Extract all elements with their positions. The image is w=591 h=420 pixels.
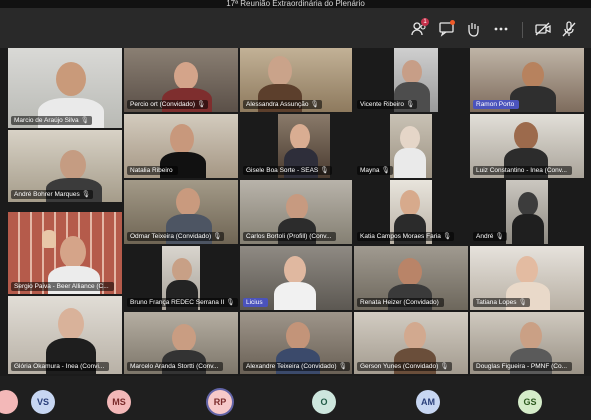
video-tile[interactable]: Gerson Yunes (Convidado) 🎙 — [354, 312, 468, 374]
participant-name: Percio ort (Convidado) 🎙 — [127, 100, 209, 109]
people-count-badge: 1 — [421, 18, 429, 26]
video-tile[interactable]: Mayna 🎙 — [354, 114, 468, 178]
mic-off-icon[interactable] — [560, 20, 578, 38]
participant-name: Marcelo Aranda Stortti (Conv... — [127, 362, 224, 371]
raised-hand — [42, 230, 56, 248]
video-tile[interactable]: Bruno França REDEC Serrana II 🎙 — [124, 246, 238, 310]
participant-name: Katia Campos Moraes Faria 🎙 — [357, 232, 455, 241]
video-tile[interactable]: André 🎙 — [470, 180, 584, 244]
video-tile[interactable]: Natalia Ribeiro — [124, 114, 238, 178]
participant-name: Vicente Ribeiro 🎙 — [357, 100, 418, 109]
participant-name: Marcio de Araújo Silva 🎙 — [11, 116, 92, 125]
participant-avatar[interactable]: AM — [416, 390, 440, 414]
video-tile[interactable]: Sergio Paiva - Beer Alliance (C... — [8, 212, 122, 294]
participant-avatar[interactable]: O — [312, 390, 336, 414]
video-tile[interactable]: Renata Heizer (Convidado) — [354, 246, 468, 310]
chat-icon[interactable] — [438, 20, 456, 38]
participant-avatar[interactable]: MS — [107, 390, 131, 414]
participant-name: Odmar Teixeira (Convidado) 🎙 — [127, 232, 225, 241]
video-tile[interactable]: Alessandra Assunção 🎙 — [240, 48, 352, 112]
participant-name: Alessandra Assunção 🎙 — [243, 100, 322, 109]
participant-name: Ramon Porto — [473, 100, 520, 109]
video-tile[interactable]: Luiz Constantino - Inea (Conv... — [470, 114, 584, 178]
participant-name: André 🎙 — [473, 232, 507, 241]
participant-avatar[interactable]: GS — [518, 390, 542, 414]
more-icon[interactable] — [492, 20, 510, 38]
participant-name: Carlos Bortoli (Profill) (Conv... — [243, 232, 337, 241]
participant-name: Bruno França REDEC Serrana II 🎙 — [127, 298, 238, 307]
video-tile[interactable]: Marcelo Aranda Stortti (Conv... — [124, 312, 238, 374]
video-tile[interactable]: Glória Okamura - Inea (Convi... — [8, 296, 122, 374]
participant-name: Tatiana Lopes 🎙 — [473, 298, 530, 307]
raise-hand-icon[interactable] — [464, 20, 482, 38]
video-tile[interactable]: Katia Campos Moraes Faria 🎙 — [354, 180, 468, 244]
participant-name: Licius — [243, 298, 268, 307]
participant-name: Sergio Paiva - Beer Alliance (C... — [11, 282, 114, 291]
video-grid: Marcio de Araújo Silva 🎙 Percio ort (Conv… — [0, 48, 591, 376]
participant-name: Luiz Constantino - Inea (Conv... — [473, 166, 572, 175]
toolbar-divider — [522, 22, 523, 38]
video-tile[interactable]: Vicente Ribeiro 🎙 — [354, 48, 468, 112]
meeting-toolbar: 1 — [0, 8, 591, 48]
video-tile[interactable]: Tatiana Lopes 🎙 — [470, 246, 584, 310]
video-tile[interactable]: André Bohrer Marques 🎙 — [8, 130, 122, 202]
people-icon[interactable]: 1 — [410, 18, 429, 38]
participant-name: Alexandre Teixeira (Convidado) 🎙 — [243, 362, 350, 371]
chat-notification-dot — [450, 20, 455, 25]
camera-off-icon[interactable] — [534, 20, 552, 38]
video-tile[interactable]: Licius — [240, 246, 352, 310]
participant-name: Natalia Ribeiro — [127, 166, 178, 175]
participant-avatar[interactable]: VS — [31, 390, 55, 414]
window-title: 17ª Reunião Extraordinária do Plenário — [0, 0, 591, 8]
participant-name: André Bohrer Marques 🎙 — [11, 190, 94, 199]
participant-name: Gisele Boa Sorte - SEAS 🎙 — [243, 166, 332, 175]
participant-strip: VS MS RP O AM GS — [0, 376, 591, 420]
participant-name: Gerson Yunes (Convidado) 🎙 — [357, 362, 452, 371]
participant-name: Glória Okamura - Inea (Convi... — [11, 362, 110, 371]
video-tile[interactable]: Alexandre Teixeira (Convidado) 🎙 — [240, 312, 352, 374]
video-tile[interactable]: Douglas Figueira - PMNF (Co... — [470, 312, 584, 374]
video-tile[interactable]: Gisele Boa Sorte - SEAS 🎙 — [240, 114, 352, 178]
participant-avatar[interactable] — [0, 390, 18, 414]
video-tile[interactable]: Carlos Bortoli (Profill) (Conv... — [240, 180, 352, 244]
video-tile[interactable]: Percio ort (Convidado) 🎙 — [124, 48, 238, 112]
video-tile[interactable]: Marcio de Araújo Silva 🎙 — [8, 48, 122, 128]
participant-name: Mayna 🎙 — [357, 166, 393, 175]
participant-name: Renata Heizer (Convidado) — [357, 298, 444, 307]
video-tile[interactable]: Ramon Porto — [470, 48, 584, 112]
video-tile[interactable]: Odmar Teixeira (Convidado) 🎙 — [124, 180, 238, 244]
participant-avatar-speaking[interactable]: RP — [208, 390, 232, 414]
participant-name: Douglas Figueira - PMNF (Co... — [473, 362, 573, 371]
